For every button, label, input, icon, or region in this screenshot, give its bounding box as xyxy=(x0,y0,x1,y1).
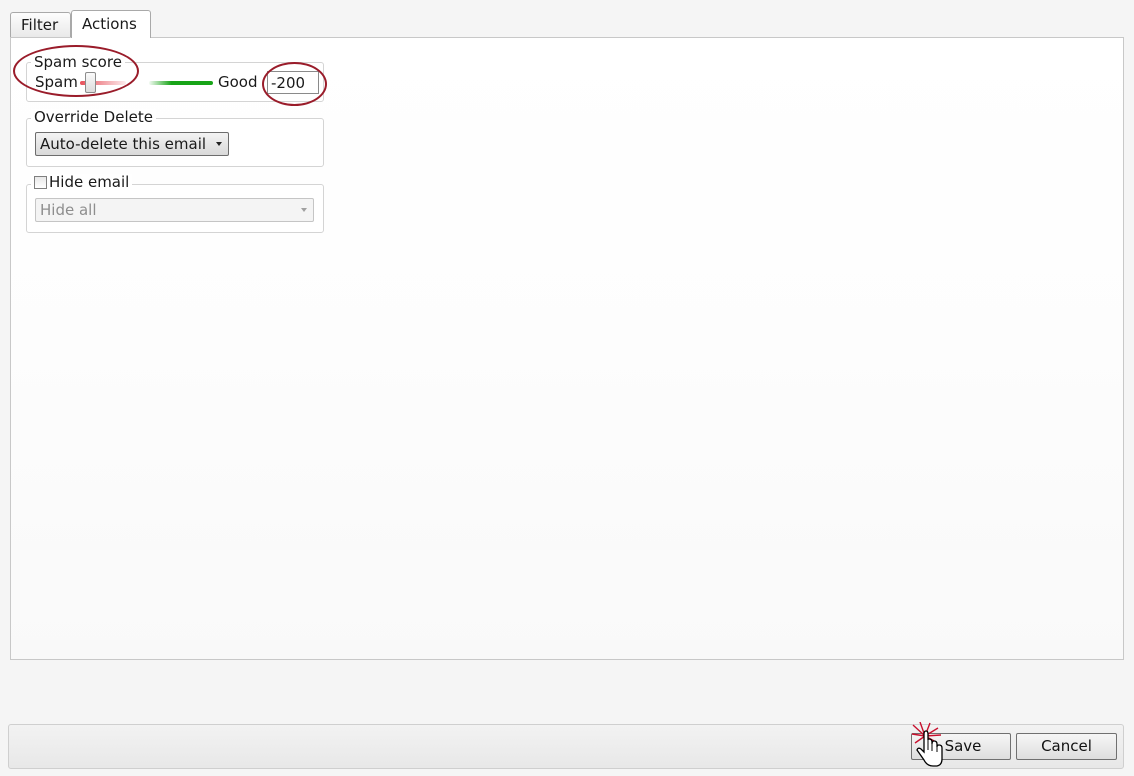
override-delete-select[interactable]: Auto-delete this email xyxy=(35,132,229,156)
override-delete-value: Auto-delete this email xyxy=(40,135,207,153)
tab-actions-label: Actions xyxy=(82,15,137,33)
chevron-down-icon xyxy=(216,142,222,146)
spam-score-legend: Spam score xyxy=(31,54,125,71)
hide-email-checkbox[interactable] xyxy=(34,176,47,189)
chevron-down-icon xyxy=(301,208,307,212)
spam-score-input[interactable] xyxy=(267,71,319,94)
save-button-label: Save xyxy=(944,737,982,755)
spam-score-slider-thumb[interactable] xyxy=(85,72,96,93)
slider-track-good xyxy=(149,81,213,85)
override-delete-legend: Override Delete xyxy=(31,109,156,126)
spam-label: Spam xyxy=(35,73,78,91)
hide-email-select[interactable]: Hide all xyxy=(35,198,314,222)
cancel-button-label: Cancel xyxy=(1041,737,1092,755)
actions-panel: Spam score Spam Good Override Delete Aut… xyxy=(10,37,1124,660)
good-label: Good xyxy=(218,73,258,91)
dialog: Filter Actions Spam score Spam Good Over… xyxy=(0,0,1134,776)
hide-email-value: Hide all xyxy=(40,201,97,219)
tab-filter[interactable]: Filter xyxy=(10,12,71,37)
hand-cursor-icon xyxy=(912,722,943,767)
hide-email-label: Hide email xyxy=(49,173,130,191)
tab-actions[interactable]: Actions xyxy=(71,10,151,38)
tab-filter-label: Filter xyxy=(21,16,59,34)
cancel-button[interactable]: Cancel xyxy=(1016,733,1117,760)
